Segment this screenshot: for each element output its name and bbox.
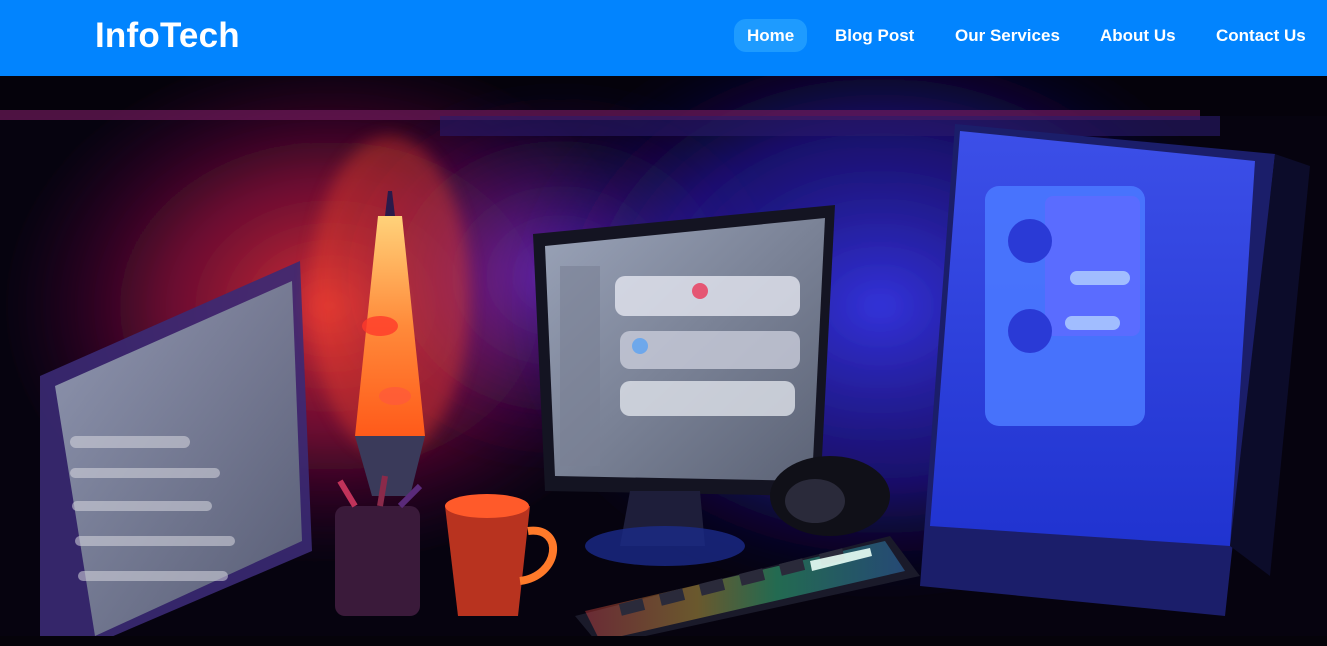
brand-logo[interactable]: InfoTech — [95, 14, 240, 58]
headphones — [770, 456, 890, 536]
hero-banner — [0, 76, 1327, 646]
hero-image — [0, 76, 1327, 646]
pc-tower — [920, 124, 1310, 616]
nav-our-services[interactable]: Our Services — [942, 19, 1073, 52]
top-navbar: InfoTech Home Blog Post Our Services Abo… — [0, 0, 1327, 76]
nav-about-us[interactable]: About Us — [1087, 19, 1189, 52]
nav-contact-us[interactable]: Contact Us — [1203, 19, 1319, 52]
nav-home[interactable]: Home — [734, 19, 808, 52]
nav-blog-post[interactable]: Blog Post — [822, 19, 927, 52]
